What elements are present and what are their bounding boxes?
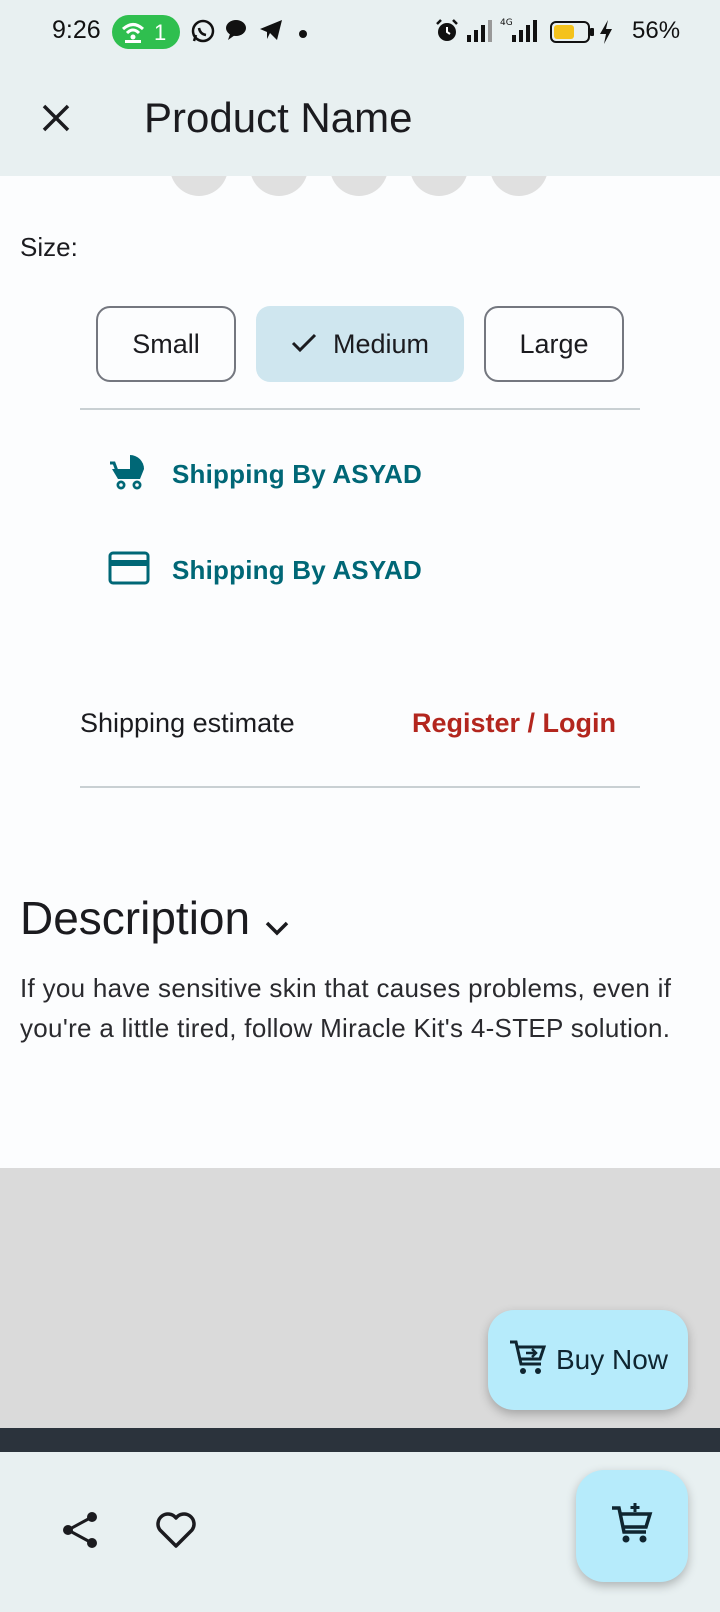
size-option-label: Small [132,328,200,359]
status-time: 9:26 [52,16,101,44]
share-icon [59,1509,101,1556]
share-button[interactable] [56,1508,104,1556]
size-option-label: Medium [332,328,430,359]
color-swatch[interactable] [490,176,548,196]
buy-now-label: Buy Now [555,1344,669,1375]
favorite-button[interactable] [152,1508,200,1556]
whatsapp-icon [190,18,216,49]
credit-card-icon [108,550,150,591]
divider [80,408,640,410]
color-swatch[interactable] [250,176,308,196]
bottom-bar [0,1452,720,1612]
signal-icon [466,18,494,49]
battery-percent: 56% [632,17,681,44]
divider-strip [0,1428,720,1452]
page-title: Product Name [144,94,413,141]
hotspot-pill: 1 [112,15,180,49]
color-swatches [0,176,720,196]
shipping-estimate-label: Shipping estimate [80,708,295,738]
status-bar: 9:26 1 4G 56% [0,0,720,64]
shipping-item: Shipping By ASYAD [108,546,422,594]
alarm-icon [434,18,460,49]
shipping-item-label: Shipping By ASYAD [172,458,422,489]
svg-text:4G: 4G [500,18,513,28]
register-login-link[interactable]: Register / Login [412,708,616,739]
buy-now-button[interactable]: Buy Now [488,1310,688,1410]
heart-icon [155,1510,197,1555]
description-toggle[interactable]: Description [20,888,290,948]
description-title: Description [20,892,251,944]
battery-icon [550,20,596,49]
add-to-cart-button[interactable] [576,1470,688,1582]
chevron-down-icon [264,894,290,948]
size-option-medium[interactable]: Medium [256,306,464,382]
stroller-icon [108,451,150,498]
check-icon [291,329,317,360]
size-option-large[interactable]: Large [484,306,624,382]
shipping-item: Shipping By ASYAD [108,450,422,498]
color-swatch[interactable] [330,176,388,196]
add-to-cart-icon [610,1502,654,1551]
size-option-small[interactable]: Small [96,306,236,382]
close-icon [40,102,72,139]
add-to-cart-icon [508,1338,548,1383]
size-option-label: Large [519,328,589,359]
size-label: Size: [20,232,78,262]
chat-icon [224,18,248,47]
description-text: If you have sensitive skin that causes p… [20,973,672,1043]
app-bar: Product Name [0,64,720,176]
telegram-icon [258,18,284,47]
color-swatch[interactable] [410,176,468,196]
close-button[interactable] [28,92,84,148]
charging-icon [598,19,614,50]
color-swatch[interactable] [170,176,228,196]
shipping-item-label: Shipping By ASYAD [172,554,422,585]
divider [80,786,640,788]
hotspot-icon [120,20,146,49]
dot-icon [298,26,308,44]
hotspot-count: 1 [154,20,167,45]
4g-signal-icon: 4G [500,16,542,49]
